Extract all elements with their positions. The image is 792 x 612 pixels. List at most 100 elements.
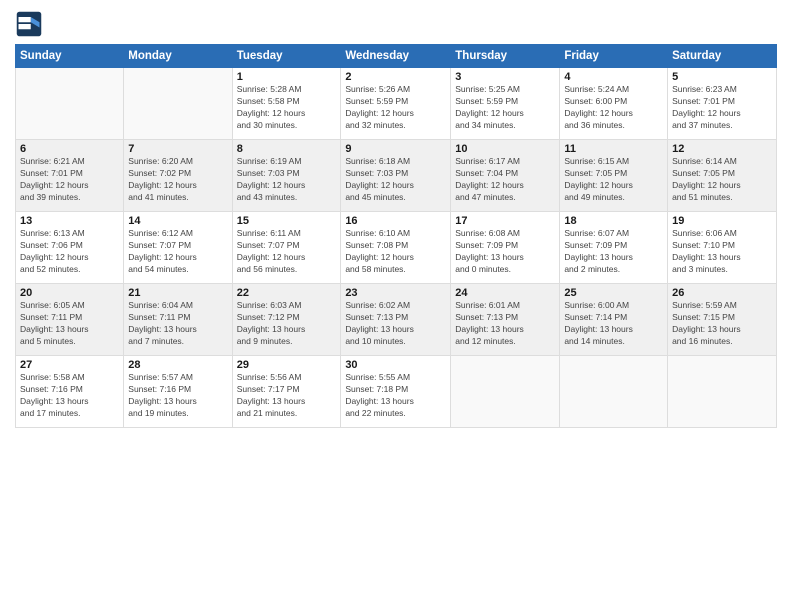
day-info: Sunrise: 6:18 AM Sunset: 7:03 PM Dayligh… xyxy=(345,156,446,204)
day-number: 29 xyxy=(237,359,337,371)
calendar-cell: 23Sunrise: 6:02 AM Sunset: 7:13 PM Dayli… xyxy=(341,284,451,356)
day-number: 27 xyxy=(20,359,119,371)
calendar: SundayMondayTuesdayWednesdayThursdayFrid… xyxy=(15,44,777,428)
calendar-cell: 7Sunrise: 6:20 AM Sunset: 7:02 PM Daylig… xyxy=(124,140,232,212)
day-number: 14 xyxy=(128,215,227,227)
day-number: 19 xyxy=(672,215,772,227)
logo xyxy=(15,10,47,38)
calendar-cell: 12Sunrise: 6:14 AM Sunset: 7:05 PM Dayli… xyxy=(668,140,777,212)
calendar-cell: 22Sunrise: 6:03 AM Sunset: 7:12 PM Dayli… xyxy=(232,284,341,356)
calendar-cell xyxy=(124,68,232,140)
day-info: Sunrise: 6:00 AM Sunset: 7:14 PM Dayligh… xyxy=(564,300,663,348)
day-number: 25 xyxy=(564,287,663,299)
day-info: Sunrise: 6:04 AM Sunset: 7:11 PM Dayligh… xyxy=(128,300,227,348)
calendar-cell: 29Sunrise: 5:56 AM Sunset: 7:17 PM Dayli… xyxy=(232,356,341,428)
col-header-saturday: Saturday xyxy=(668,45,777,68)
calendar-cell xyxy=(668,356,777,428)
day-number: 17 xyxy=(455,215,555,227)
day-number: 10 xyxy=(455,143,555,155)
day-number: 9 xyxy=(345,143,446,155)
calendar-cell: 14Sunrise: 6:12 AM Sunset: 7:07 PM Dayli… xyxy=(124,212,232,284)
day-number: 21 xyxy=(128,287,227,299)
day-number: 5 xyxy=(672,71,772,83)
day-number: 23 xyxy=(345,287,446,299)
day-number: 11 xyxy=(564,143,663,155)
day-info: Sunrise: 5:57 AM Sunset: 7:16 PM Dayligh… xyxy=(128,372,227,420)
day-info: Sunrise: 6:17 AM Sunset: 7:04 PM Dayligh… xyxy=(455,156,555,204)
col-header-tuesday: Tuesday xyxy=(232,45,341,68)
day-number: 26 xyxy=(672,287,772,299)
day-info: Sunrise: 5:58 AM Sunset: 7:16 PM Dayligh… xyxy=(20,372,119,420)
day-info: Sunrise: 6:21 AM Sunset: 7:01 PM Dayligh… xyxy=(20,156,119,204)
calendar-cell xyxy=(560,356,668,428)
calendar-cell: 9Sunrise: 6:18 AM Sunset: 7:03 PM Daylig… xyxy=(341,140,451,212)
calendar-cell xyxy=(16,68,124,140)
day-info: Sunrise: 5:25 AM Sunset: 5:59 PM Dayligh… xyxy=(455,84,555,132)
day-info: Sunrise: 6:23 AM Sunset: 7:01 PM Dayligh… xyxy=(672,84,772,132)
day-number: 3 xyxy=(455,71,555,83)
calendar-cell: 24Sunrise: 6:01 AM Sunset: 7:13 PM Dayli… xyxy=(451,284,560,356)
calendar-cell: 18Sunrise: 6:07 AM Sunset: 7:09 PM Dayli… xyxy=(560,212,668,284)
day-info: Sunrise: 5:56 AM Sunset: 7:17 PM Dayligh… xyxy=(237,372,337,420)
day-info: Sunrise: 6:10 AM Sunset: 7:08 PM Dayligh… xyxy=(345,228,446,276)
day-info: Sunrise: 6:03 AM Sunset: 7:12 PM Dayligh… xyxy=(237,300,337,348)
day-number: 15 xyxy=(237,215,337,227)
day-number: 16 xyxy=(345,215,446,227)
day-info: Sunrise: 5:26 AM Sunset: 5:59 PM Dayligh… xyxy=(345,84,446,132)
day-number: 2 xyxy=(345,71,446,83)
calendar-cell: 3Sunrise: 5:25 AM Sunset: 5:59 PM Daylig… xyxy=(451,68,560,140)
day-info: Sunrise: 6:07 AM Sunset: 7:09 PM Dayligh… xyxy=(564,228,663,276)
day-info: Sunrise: 5:28 AM Sunset: 5:58 PM Dayligh… xyxy=(237,84,337,132)
calendar-cell: 19Sunrise: 6:06 AM Sunset: 7:10 PM Dayli… xyxy=(668,212,777,284)
page: SundayMondayTuesdayWednesdayThursdayFrid… xyxy=(0,0,792,612)
day-number: 12 xyxy=(672,143,772,155)
calendar-cell: 21Sunrise: 6:04 AM Sunset: 7:11 PM Dayli… xyxy=(124,284,232,356)
day-info: Sunrise: 6:05 AM Sunset: 7:11 PM Dayligh… xyxy=(20,300,119,348)
day-number: 20 xyxy=(20,287,119,299)
col-header-sunday: Sunday xyxy=(16,45,124,68)
day-number: 22 xyxy=(237,287,337,299)
calendar-cell: 6Sunrise: 6:21 AM Sunset: 7:01 PM Daylig… xyxy=(16,140,124,212)
calendar-cell: 2Sunrise: 5:26 AM Sunset: 5:59 PM Daylig… xyxy=(341,68,451,140)
day-info: Sunrise: 6:20 AM Sunset: 7:02 PM Dayligh… xyxy=(128,156,227,204)
day-number: 30 xyxy=(345,359,446,371)
calendar-cell: 16Sunrise: 6:10 AM Sunset: 7:08 PM Dayli… xyxy=(341,212,451,284)
day-number: 13 xyxy=(20,215,119,227)
header xyxy=(15,10,777,38)
day-info: Sunrise: 6:08 AM Sunset: 7:09 PM Dayligh… xyxy=(455,228,555,276)
calendar-cell xyxy=(451,356,560,428)
calendar-cell: 8Sunrise: 6:19 AM Sunset: 7:03 PM Daylig… xyxy=(232,140,341,212)
calendar-cell: 25Sunrise: 6:00 AM Sunset: 7:14 PM Dayli… xyxy=(560,284,668,356)
col-header-thursday: Thursday xyxy=(451,45,560,68)
calendar-cell: 13Sunrise: 6:13 AM Sunset: 7:06 PM Dayli… xyxy=(16,212,124,284)
day-info: Sunrise: 6:19 AM Sunset: 7:03 PM Dayligh… xyxy=(237,156,337,204)
day-number: 18 xyxy=(564,215,663,227)
day-number: 28 xyxy=(128,359,227,371)
col-header-friday: Friday xyxy=(560,45,668,68)
calendar-cell: 26Sunrise: 5:59 AM Sunset: 7:15 PM Dayli… xyxy=(668,284,777,356)
logo-icon xyxy=(15,10,43,38)
day-info: Sunrise: 6:11 AM Sunset: 7:07 PM Dayligh… xyxy=(237,228,337,276)
day-info: Sunrise: 6:06 AM Sunset: 7:10 PM Dayligh… xyxy=(672,228,772,276)
day-number: 6 xyxy=(20,143,119,155)
calendar-cell: 20Sunrise: 6:05 AM Sunset: 7:11 PM Dayli… xyxy=(16,284,124,356)
col-header-wednesday: Wednesday xyxy=(341,45,451,68)
calendar-cell: 27Sunrise: 5:58 AM Sunset: 7:16 PM Dayli… xyxy=(16,356,124,428)
day-number: 4 xyxy=(564,71,663,83)
day-info: Sunrise: 5:55 AM Sunset: 7:18 PM Dayligh… xyxy=(345,372,446,420)
day-number: 24 xyxy=(455,287,555,299)
calendar-cell: 5Sunrise: 6:23 AM Sunset: 7:01 PM Daylig… xyxy=(668,68,777,140)
calendar-cell: 4Sunrise: 5:24 AM Sunset: 6:00 PM Daylig… xyxy=(560,68,668,140)
day-info: Sunrise: 6:01 AM Sunset: 7:13 PM Dayligh… xyxy=(455,300,555,348)
day-info: Sunrise: 6:02 AM Sunset: 7:13 PM Dayligh… xyxy=(345,300,446,348)
day-info: Sunrise: 6:12 AM Sunset: 7:07 PM Dayligh… xyxy=(128,228,227,276)
calendar-cell: 1Sunrise: 5:28 AM Sunset: 5:58 PM Daylig… xyxy=(232,68,341,140)
day-number: 8 xyxy=(237,143,337,155)
calendar-cell: 11Sunrise: 6:15 AM Sunset: 7:05 PM Dayli… xyxy=(560,140,668,212)
day-number: 1 xyxy=(237,71,337,83)
day-info: Sunrise: 5:59 AM Sunset: 7:15 PM Dayligh… xyxy=(672,300,772,348)
calendar-cell: 17Sunrise: 6:08 AM Sunset: 7:09 PM Dayli… xyxy=(451,212,560,284)
calendar-cell: 10Sunrise: 6:17 AM Sunset: 7:04 PM Dayli… xyxy=(451,140,560,212)
calendar-cell: 28Sunrise: 5:57 AM Sunset: 7:16 PM Dayli… xyxy=(124,356,232,428)
day-info: Sunrise: 6:15 AM Sunset: 7:05 PM Dayligh… xyxy=(564,156,663,204)
